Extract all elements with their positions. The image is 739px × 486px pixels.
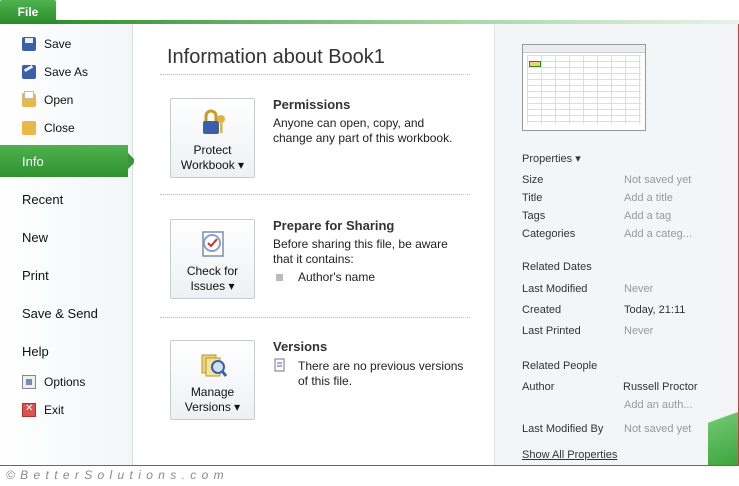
save-as-command[interactable]: Save As <box>0 60 133 84</box>
exit-command[interactable]: Exit <box>0 398 133 422</box>
properties-dropdown[interactable]: Properties ▾ <box>522 152 581 165</box>
date-key-last-printed: Last Printed <box>522 325 581 337</box>
versions-text: There are no previous versions of this f… <box>298 359 464 388</box>
prepare-sharing-heading: Prepare for Sharing <box>273 218 395 233</box>
checklist-icon <box>202 231 224 257</box>
prop-value-size: Not saved yet <box>624 174 692 186</box>
permissions-text: Anyone can open, copy, and change any pa… <box>273 116 453 145</box>
manage-button-line2: Versions ▾ <box>184 400 241 414</box>
related-people-heading: Related People <box>522 360 598 372</box>
prop-value-title[interactable]: Add a title <box>624 192 673 204</box>
save-as-label: Save As <box>44 65 89 79</box>
exit-icon <box>22 403 36 417</box>
nav-info[interactable]: Info <box>0 145 136 177</box>
check-button-line1: Check for <box>186 264 239 278</box>
divider <box>160 74 470 75</box>
divider <box>160 317 470 318</box>
author-key: Author <box>522 381 555 393</box>
thumbnail-selection <box>529 61 541 67</box>
prop-value-categories[interactable]: Add a categ... <box>624 228 692 240</box>
thumbnail-grid <box>527 55 641 124</box>
prop-key-categories: Categories <box>522 228 576 240</box>
check-button-line2: Issues ▾ <box>190 279 235 293</box>
add-author-field[interactable]: Add an auth... <box>624 399 693 411</box>
open-command[interactable]: Open <box>0 88 133 112</box>
watermark: © B e t t e r S o l u t i o n s . c o m <box>6 468 225 482</box>
open-label: Open <box>44 93 74 107</box>
protect-button-line1: Protect <box>193 143 232 157</box>
close-label: Close <box>44 121 75 135</box>
lock-icon <box>203 109 225 134</box>
workbook-thumbnail <box>522 44 646 131</box>
last-modified-by-value: Not saved yet <box>624 423 692 435</box>
page-title: Information about Book1 <box>167 46 385 68</box>
date-key-last-modified: Last Modified <box>522 283 588 295</box>
date-key-created: Created <box>522 304 562 316</box>
save-command[interactable]: Save <box>0 32 133 56</box>
prop-key-title: Title <box>522 192 543 204</box>
properties-panel: Properties ▾ Size Not saved yet Title Ad… <box>494 24 738 466</box>
manage-versions-button[interactable]: Manage Versions ▾ <box>170 340 255 420</box>
options-icon <box>22 375 36 389</box>
nav-save-send[interactable]: Save & Send <box>0 297 133 329</box>
nav-recent[interactable]: Recent <box>0 183 133 215</box>
versions-heading: Versions <box>273 339 328 354</box>
prop-key-tags: Tags <box>522 210 546 222</box>
bullet-icon <box>276 274 283 281</box>
date-value-created: Today, 21:11 <box>624 304 686 316</box>
close-command[interactable]: Close <box>0 116 133 140</box>
document-icon <box>274 358 285 372</box>
prop-value-tags[interactable]: Add a tag <box>624 210 671 222</box>
author-value[interactable]: Russell Proctor <box>623 381 698 393</box>
show-all-properties-link[interactable]: Show All Properties <box>522 449 617 461</box>
nav-print[interactable]: Print <box>0 259 133 291</box>
options-label: Options <box>44 375 86 389</box>
green-swoosh-decoration <box>708 386 738 466</box>
protect-workbook-button[interactable]: Protect Workbook ▾ <box>170 98 255 178</box>
manage-button-line1: Manage <box>190 385 235 399</box>
backstage-nav: Save Save As Open Close Info Recent New … <box>0 24 136 466</box>
nav-new[interactable]: New <box>0 221 133 253</box>
exit-label: Exit <box>44 403 65 417</box>
info-panel: Information about Book1 Protect Workbook… <box>134 24 494 466</box>
nav-help[interactable]: Help <box>0 335 133 367</box>
file-tab[interactable]: File <box>0 0 56 24</box>
save-as-icon <box>22 65 36 79</box>
close-folder-icon <box>22 121 36 135</box>
save-icon <box>22 37 36 51</box>
divider <box>160 194 470 195</box>
date-value-last-modified: Never <box>624 283 654 295</box>
last-modified-by-key: Last Modified By <box>522 423 604 435</box>
protect-button-line2: Workbook ▾ <box>180 158 245 172</box>
permissions-heading: Permissions <box>273 97 351 112</box>
prepare-sharing-text: Before sharing this file, be aware that … <box>273 237 448 266</box>
related-dates-heading: Related Dates <box>522 261 592 273</box>
open-folder-icon <box>22 91 36 107</box>
save-label: Save <box>44 37 72 51</box>
versions-icon <box>201 354 228 377</box>
prop-key-size: Size <box>522 174 544 186</box>
date-value-last-printed: Never <box>624 325 654 337</box>
author-name-item: Author's name <box>298 270 375 284</box>
options-command[interactable]: Options <box>0 370 133 394</box>
thumbnail-header <box>523 45 645 53</box>
check-for-issues-button[interactable]: Check for Issues ▾ <box>170 219 255 299</box>
